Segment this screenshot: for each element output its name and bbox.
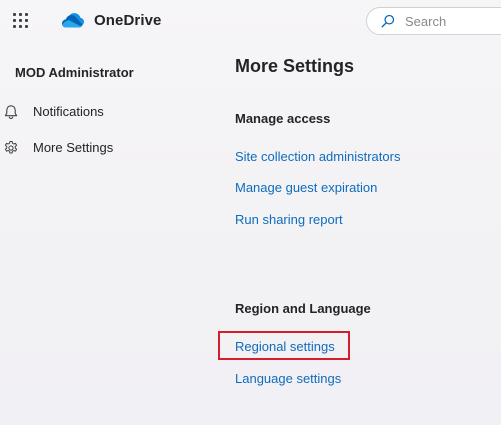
app-launcher-icon[interactable]: [13, 13, 29, 29]
section-heading-manage-access: Manage access: [235, 111, 331, 126]
link-manage-guest-expiration[interactable]: Manage guest expiration: [235, 180, 377, 195]
search-icon: [381, 14, 395, 28]
sidebar-item-more-settings[interactable]: More Settings: [0, 136, 200, 160]
sidebar-item-label: Notifications: [33, 104, 104, 119]
search-input[interactable]: [405, 12, 501, 30]
link-regional-settings[interactable]: Regional settings: [235, 339, 335, 354]
link-site-collection-administrators[interactable]: Site collection administrators: [235, 149, 400, 164]
top-bar: OneDrive: [0, 0, 501, 44]
onedrive-cloud-icon: [62, 13, 84, 28]
section-heading-region-and-language: Region and Language: [235, 301, 371, 316]
user-name: MOD Administrator: [15, 65, 134, 80]
link-run-sharing-report[interactable]: Run sharing report: [235, 212, 343, 227]
app-name[interactable]: OneDrive: [94, 12, 162, 29]
bell-icon: [4, 105, 18, 120]
sidebar-item-notifications[interactable]: Notifications: [0, 100, 200, 124]
gear-icon: [4, 141, 18, 154]
sidebar-item-label: More Settings: [33, 140, 114, 155]
link-language-settings[interactable]: Language settings: [235, 371, 341, 386]
search-box[interactable]: [366, 7, 501, 35]
page-title: More Settings: [235, 56, 355, 76]
